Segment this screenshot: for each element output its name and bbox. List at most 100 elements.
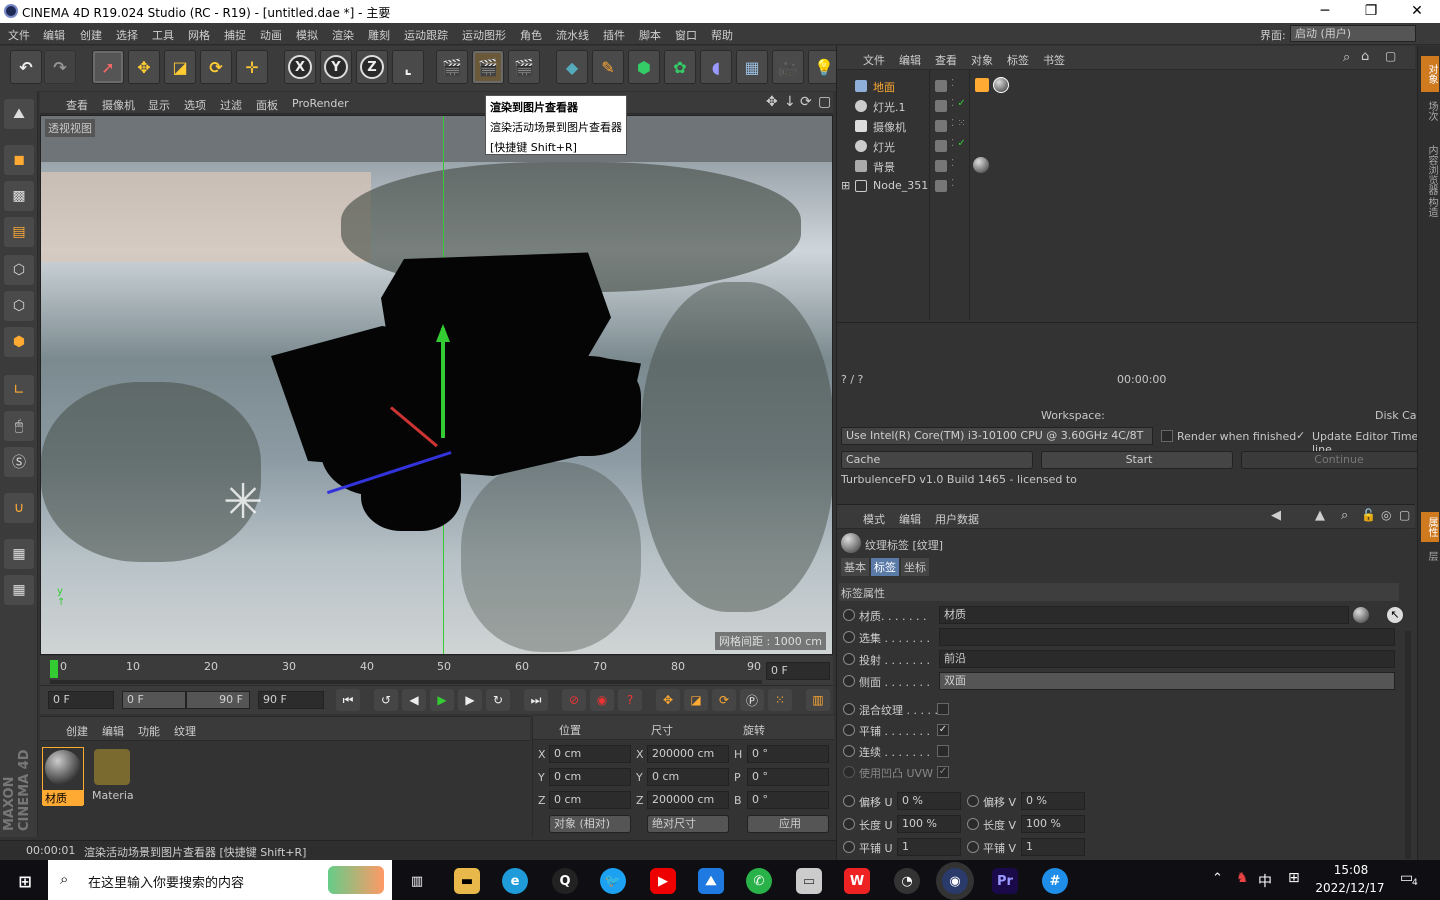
viewport-move-icon[interactable]: ✥ xyxy=(766,94,778,110)
viewport-rotate-icon[interactable]: ⟳ xyxy=(800,94,812,110)
continue-button[interactable]: Continue xyxy=(1241,451,1433,469)
next-frame-button[interactable]: ▶ xyxy=(458,689,482,711)
hashtag-app-icon[interactable]: # xyxy=(1042,868,1068,894)
menu-render[interactable]: 渲染 xyxy=(332,27,354,43)
obj-menu-object[interactable]: 对象 xyxy=(971,52,993,68)
task-view-icon[interactable]: ▥ xyxy=(404,868,430,894)
snap-button[interactable]: ∪ xyxy=(4,493,34,523)
viewport-menu-display[interactable]: 显示 xyxy=(148,97,170,113)
start-button[interactable]: Start xyxy=(1041,451,1233,469)
premiere-icon[interactable]: Pr xyxy=(992,868,1018,894)
menu-sculpt[interactable]: 雕刻 xyxy=(368,27,390,43)
pen-button[interactable]: ✎ xyxy=(592,50,624,84)
x-axis-button[interactable]: X xyxy=(284,50,316,84)
coordinate-system-button[interactable]: ⌞ xyxy=(392,50,424,84)
viewport-menu-panel[interactable]: 面板 xyxy=(256,97,278,113)
computer-icon[interactable]: ▭ xyxy=(796,868,822,894)
seamless-checkbox[interactable] xyxy=(937,745,949,757)
use-bump-uvw-checkbox[interactable]: ✓ xyxy=(937,766,949,778)
menu-mesh[interactable]: 网格 xyxy=(188,27,210,43)
material-menu-texture[interactable]: 纹理 xyxy=(174,723,196,739)
material-tag-icon[interactable] xyxy=(973,157,989,173)
menu-animate[interactable]: 动画 xyxy=(260,27,282,43)
render-when-finished-checkbox[interactable] xyxy=(1161,430,1173,442)
size-y-field[interactable]: 0 cm xyxy=(647,768,729,786)
render-view-button[interactable]: 🎬 xyxy=(436,50,468,84)
cinema4d-taskbar-icon[interactable]: ◉ xyxy=(942,868,968,894)
update-timeline-check-icon[interactable]: ✓ xyxy=(1296,429,1305,442)
tab-structure[interactable]: 构造 xyxy=(1421,192,1439,222)
render-to-picture-viewer-button[interactable]: 🎬 xyxy=(472,50,504,84)
solo-button[interactable]: Ⓢ xyxy=(4,447,34,477)
taskbar-search[interactable]: ⌕ 在这里输入你要搜索的内容 xyxy=(48,860,392,900)
viewport-maximize-icon[interactable]: ▢ xyxy=(818,94,831,110)
points-mode-button[interactable]: ⬡ xyxy=(4,255,34,285)
edge-icon[interactable]: e xyxy=(502,868,528,894)
tweak-mode-button[interactable]: 🖱 xyxy=(4,411,34,441)
key-scale-button[interactable]: ◪ xyxy=(684,689,708,711)
key-param-button[interactable]: Ⓟ xyxy=(740,689,764,711)
attr-tab-coords[interactable]: 坐标 xyxy=(901,558,929,576)
rotation-h-field[interactable]: 0 ° xyxy=(747,745,829,763)
menu-motion-tracking[interactable]: 运动跟踪 xyxy=(404,27,448,43)
timeline[interactable]: 0 10 20 30 40 50 60 70 80 90 0 F xyxy=(40,656,833,686)
viewport-menu-filter[interactable]: 过滤 xyxy=(220,97,242,113)
move-button[interactable]: ✥ xyxy=(128,50,160,84)
position-z-field[interactable]: 0 cm xyxy=(549,791,631,809)
mix-textures-checkbox[interactable] xyxy=(937,703,949,715)
deformer-button[interactable]: ◖ xyxy=(700,50,732,84)
size-mode-dropdown[interactable]: 绝对尺寸 xyxy=(647,815,729,833)
menu-simulate[interactable]: 模拟 xyxy=(296,27,318,43)
menu-tools[interactable]: 工具 xyxy=(152,27,174,43)
layout-dropdown[interactable]: 启动 (用户) xyxy=(1290,25,1416,42)
youtube-icon[interactable]: ▶ xyxy=(650,868,676,894)
cube-button[interactable]: ◆ xyxy=(556,50,588,84)
expand-icon[interactable]: ⊞ xyxy=(841,179,850,192)
lock-icon[interactable]: 🔓 xyxy=(1361,508,1376,522)
floor-button[interactable]: ▦ xyxy=(736,50,768,84)
home-icon[interactable]: ⌂ xyxy=(1361,49,1369,64)
size-z-field[interactable]: 200000 cm xyxy=(647,791,729,809)
tiles-v-field[interactable]: 1 xyxy=(1021,838,1085,856)
polygons-mode-button[interactable]: ⬢ xyxy=(4,327,34,357)
tab-layers[interactable]: 层 xyxy=(1421,546,1439,566)
windows-start-icon[interactable]: ⊞ xyxy=(12,868,38,894)
y-axis-button[interactable]: Y xyxy=(320,50,352,84)
render-settings-button[interactable]: 🎬 xyxy=(508,50,540,84)
photos-icon[interactable]: ⛰ xyxy=(698,868,724,894)
tab-attributes[interactable]: 属性 xyxy=(1421,512,1439,542)
object-row-light1[interactable]: 灯光.1 ⁚ ✓ xyxy=(837,96,1415,116)
rotation-b-field[interactable]: 0 ° xyxy=(747,791,829,809)
key-rotation-button[interactable]: ⟳ xyxy=(712,689,736,711)
qq-icon[interactable]: Q xyxy=(552,868,578,894)
material-menu-create[interactable]: 创建 xyxy=(66,723,88,739)
coord-mode-dropdown[interactable]: 对象 (相对) xyxy=(549,815,631,833)
clock-time[interactable]: 15:08 xyxy=(1318,863,1384,877)
search-icon[interactable]: ⌕ xyxy=(1343,50,1350,65)
tiles-u-field[interactable]: 1 xyxy=(897,838,961,856)
tray-chevron-icon[interactable]: ⌃ xyxy=(1212,871,1223,886)
material-tag-icon[interactable] xyxy=(993,77,1009,93)
position-y-field[interactable]: 0 cm xyxy=(549,768,631,786)
panel-maximize-icon[interactable]: ▢ xyxy=(1385,49,1396,63)
attr-tab-tag[interactable]: 标签 xyxy=(871,558,899,576)
texture-tag-icon[interactable] xyxy=(975,78,989,92)
search-icon[interactable]: ⌕ xyxy=(1341,508,1348,523)
material-item[interactable]: Materia xyxy=(90,747,134,805)
menu-file[interactable]: 文件 xyxy=(8,27,30,43)
timeline-window-button[interactable]: ▥ xyxy=(806,689,830,711)
workplane-grid-button[interactable]: ▦ xyxy=(4,539,34,569)
material-link-field[interactable]: 材质 xyxy=(939,606,1349,624)
menu-help[interactable]: 帮助 xyxy=(711,27,733,43)
z-axis-button[interactable]: Z xyxy=(356,50,388,84)
model-mode-button[interactable]: ◼ xyxy=(4,145,34,175)
viewport-down-icon[interactable]: ↓ xyxy=(784,94,796,110)
subdivision-button[interactable]: ⬢ xyxy=(628,50,660,84)
offset-v-field[interactable]: 0 % xyxy=(1021,792,1085,810)
rotation-p-field[interactable]: 0 ° xyxy=(747,768,829,786)
keyframe-help-button[interactable]: ? xyxy=(618,689,642,711)
object-row-camera[interactable]: 摄像机 ⁚ ⁙ xyxy=(837,116,1415,136)
material-item[interactable]: 材质 xyxy=(42,747,84,806)
camera-button[interactable]: 🎥 xyxy=(772,50,804,84)
offset-u-field[interactable]: 0 % xyxy=(897,792,961,810)
